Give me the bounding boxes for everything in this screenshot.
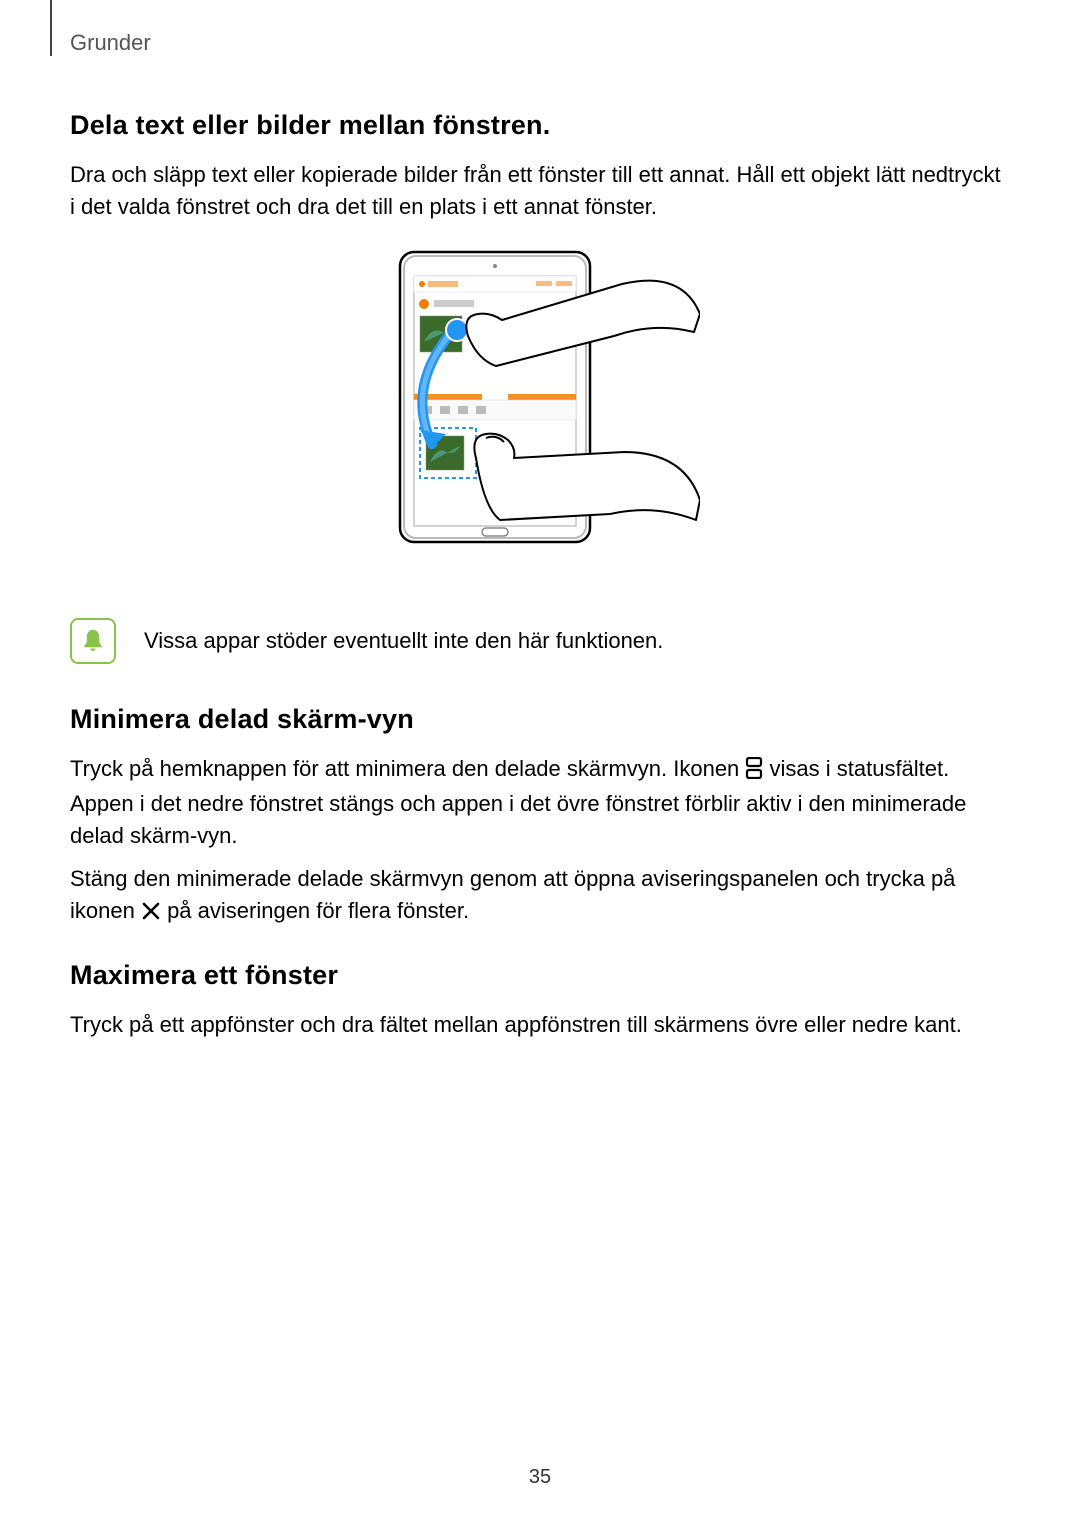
heading-share: Dela text eller bilder mellan fönstren.	[70, 110, 1010, 141]
section-header: Grunder	[70, 30, 151, 56]
split-screen-icon	[745, 756, 763, 788]
para-minimize-2: Stäng den minimerade delade skärmvyn gen…	[70, 863, 1010, 930]
para-minimize-1: Tryck på hemknappen för att minimera den…	[70, 753, 1010, 852]
page-content: Dela text eller bilder mellan fönstren. …	[70, 100, 1010, 1053]
heading-minimize: Minimera delad skärm-vyn	[70, 704, 1010, 735]
para-minimize-1a: Tryck på hemknappen för att minimera den…	[70, 756, 745, 781]
figure-drag-between-windows	[70, 248, 1010, 583]
para-maximize: Tryck på ett appfönster och dra fältet m…	[70, 1009, 1010, 1041]
heading-maximize: Maximera ett fönster	[70, 960, 1010, 991]
para-share: Dra och släpp text eller kopierade bilde…	[70, 159, 1010, 223]
note-row: Vissa appar stöder eventuellt inte den h…	[70, 618, 1010, 664]
header-rule	[50, 0, 52, 56]
para-minimize-2b: på aviseringen för flera fönster.	[161, 898, 469, 923]
close-x-icon	[141, 898, 161, 930]
page-number: 35	[0, 1466, 1080, 1489]
note-bell-icon	[70, 618, 116, 664]
note-text: Vissa appar stöder eventuellt inte den h…	[144, 628, 663, 654]
